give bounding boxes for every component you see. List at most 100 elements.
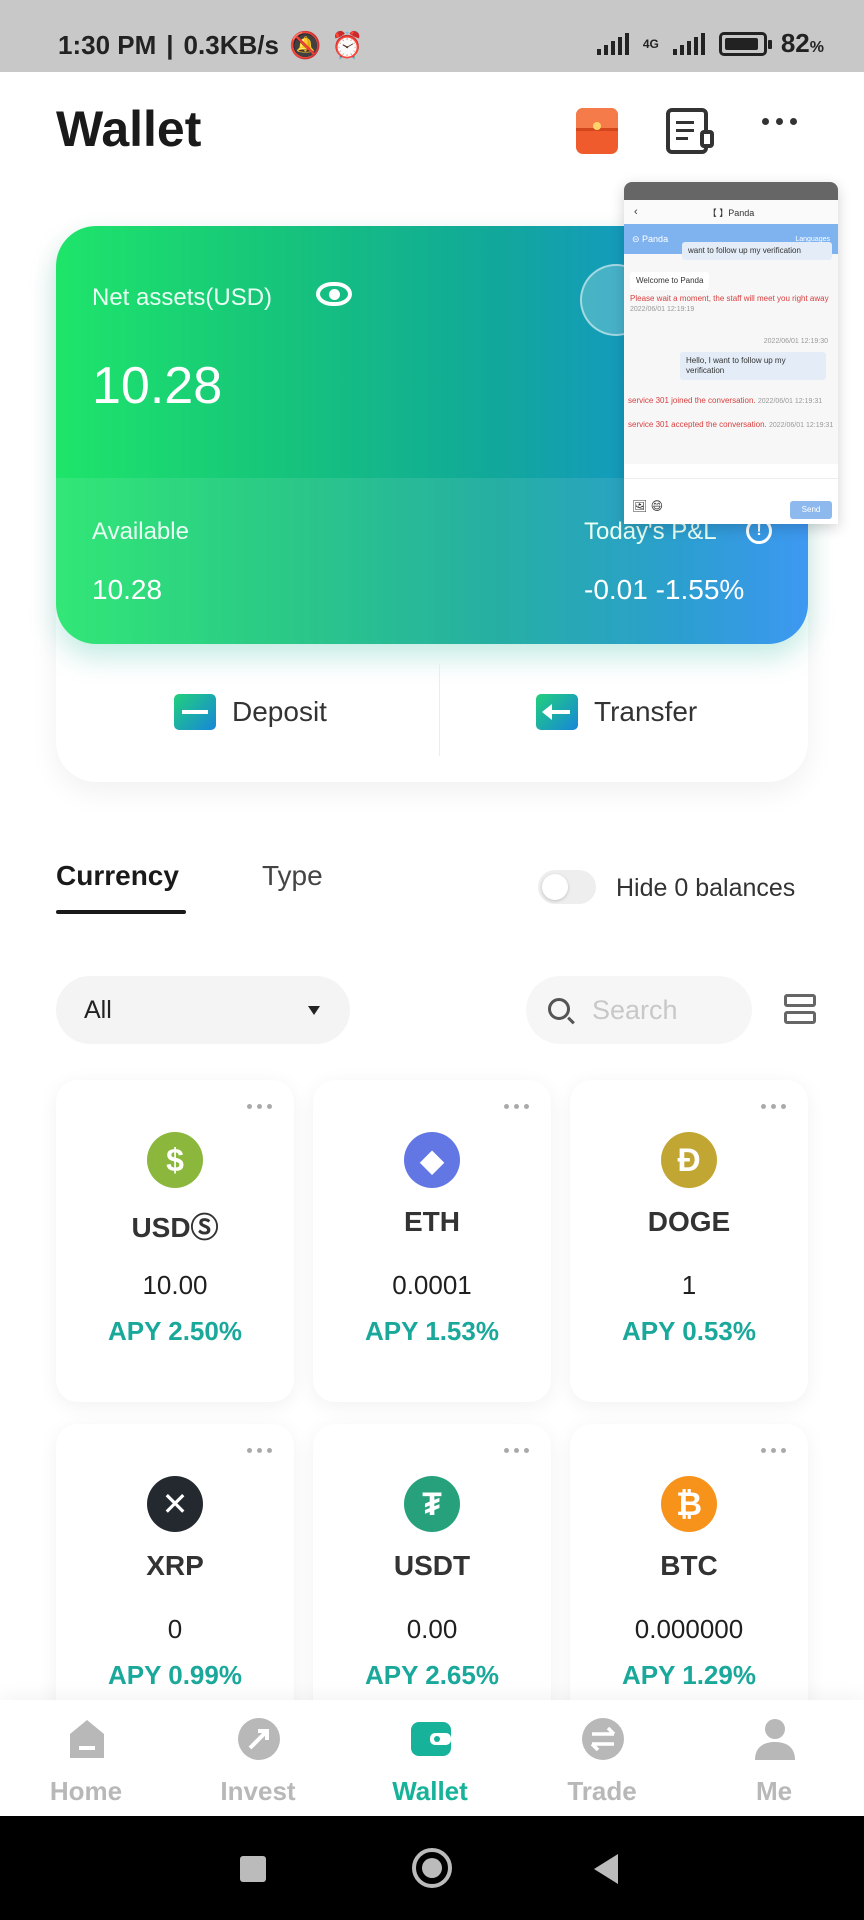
system-nav-bar [0,1816,864,1920]
tab-type[interactable]: Type [262,860,323,892]
mute-bell-icon: 🔕 [288,30,322,60]
coin-card[interactable]: ₮ USDT 0.00 APY 2.65% [313,1424,551,1746]
deposit-button[interactable]: Deposit [174,660,327,764]
nav-label: Trade [567,1776,637,1806]
battery-icon [718,31,772,56]
more-icon[interactable] [247,1104,272,1109]
chat-system-message: service 301 accepted the conversation. 2… [628,420,834,429]
chat-back-icon[interactable]: ‹ [634,206,638,218]
search-icon [548,998,570,1020]
chat-send-button[interactable]: Send [790,501,832,519]
emoji-icon[interactable]: 🖼 😄 [632,499,663,513]
nav-label: Me [755,1776,793,1806]
home-button-icon[interactable] [412,1848,452,1888]
chat-messages: want to follow up my verification Welcom… [624,242,838,464]
coin-card[interactable]: $ USDⓈ 10.00 APY 2.50% [56,1080,294,1402]
battery-level: 82% [780,28,824,58]
more-icon[interactable] [504,1448,529,1453]
status-speed: 0.3KB/s [183,30,279,60]
coin-apy: APY 0.53% [622,1316,756,1346]
records-icon[interactable] [666,108,714,154]
coin-balance: 10.00 [142,1270,208,1300]
tether-icon: ₮ [404,1476,460,1532]
nav-me[interactable]: Me [688,1700,860,1816]
xrp-icon: ✕ [147,1476,203,1532]
more-icon[interactable] [504,1104,529,1109]
coin-symbol: DOGE [647,1206,731,1237]
net-assets-value: 10.28 [92,357,223,415]
chat-overlay-window[interactable]: ‹ 【 】Panda ⊝ Panda Languages want to fol… [624,182,838,524]
action-divider [439,664,440,756]
eye-icon[interactable] [316,282,352,306]
filter-value: All [84,996,112,1024]
coin-apy: APY 1.53% [365,1316,499,1346]
status-left: 1:30 PM | 0.3KB/s 🔕 ⏰ [58,30,364,61]
net-assets-label: Net assets(USD) [92,284,273,311]
nav-home[interactable]: Home [0,1700,172,1816]
pnl-value: -0.01 -1.55% [584,574,745,605]
coin-card[interactable]: ₿ BTC 0.000000 APY 1.29% [570,1424,808,1746]
chat-system-message: Please wait a moment, the staff will mee… [630,294,829,314]
available-label: Available [92,518,189,545]
hide-zero-label: Hide 0 balances [616,874,796,902]
coin-symbol: BTC [660,1550,718,1581]
more-icon[interactable] [247,1448,272,1453]
coin-balance: 0.00 [406,1614,458,1644]
more-icon[interactable] [761,1448,786,1453]
nav-trade[interactable]: Trade [516,1700,688,1816]
layout-toggle-icon[interactable] [784,994,816,1026]
transfer-icon [536,694,578,730]
status-separator: | [166,30,174,60]
action-row: Deposit Transfer [56,660,808,764]
transfer-label: Transfer [594,696,698,727]
bottom-nav: Home Invest Wallet Trade Me [0,1700,864,1816]
bitcoin-icon: ₿ [661,1476,717,1532]
coin-balance: 0.000000 [634,1614,744,1644]
active-tab-indicator [56,910,186,914]
deposit-icon [174,694,216,730]
more-icon[interactable] [762,118,797,125]
chat-message: Welcome to Panda [630,272,710,290]
page-title: Wallet [56,101,202,157]
coin-balance: 0 [167,1614,183,1644]
currency-filter-select[interactable]: All [56,976,350,1044]
chat-window-bar[interactable] [624,182,838,200]
transfer-button[interactable]: Transfer [536,660,697,764]
status-time: 1:30 PM [58,30,157,60]
chat-message: want to follow up my verification [682,242,832,260]
search-input[interactable] [592,992,742,1028]
deposit-label: Deposit [232,696,327,727]
coin-symbol: ETH [404,1206,460,1237]
coin-card[interactable]: ◆ ETH 0.0001 APY 1.53% [313,1080,551,1402]
wallet-icon [411,1722,451,1756]
person-icon [755,1719,795,1760]
chat-timestamp: 2022/06/01 12:19:30 [763,338,828,345]
coin-apy: APY 2.65% [365,1660,499,1690]
dollar-coin-icon: $ [147,1132,203,1188]
coin-card[interactable]: Ð DOGE 1 APY 0.53% [570,1080,808,1402]
signal-icon [596,32,629,55]
more-icon[interactable] [761,1104,786,1109]
chat-message: Hello, I want to follow up my verificati… [680,352,826,380]
nav-label: Invest [220,1776,296,1806]
tab-currency[interactable]: Currency [56,860,179,892]
chat-system-message: service 301 joined the conversation. 202… [628,396,823,405]
caret-down-icon [308,1006,320,1015]
red-packet-icon[interactable] [576,108,618,154]
recents-icon[interactable] [240,1856,266,1882]
ethereum-icon: ◆ [404,1132,460,1188]
coin-apy: APY 1.29% [622,1660,756,1690]
coin-symbol: USDT [393,1550,471,1581]
coin-card[interactable]: ✕ XRP 0 APY 0.99% [56,1424,294,1746]
chat-nav-bar: ‹ 【 】Panda [624,200,838,224]
search-box[interactable] [526,976,752,1044]
chat-input-area[interactable]: 🖼 😄 Send [624,478,838,524]
status-bar: 1:30 PM | 0.3KB/s 🔕 ⏰ 4G 82% [0,0,864,72]
back-icon[interactable] [594,1854,618,1884]
nav-wallet[interactable]: Wallet [344,1700,516,1816]
nav-invest[interactable]: Invest [172,1700,344,1816]
coin-balance: 0.0001 [392,1270,472,1300]
home-icon [70,1720,104,1758]
coin-apy: APY 0.99% [108,1660,242,1690]
hide-zero-toggle[interactable] [538,870,596,904]
